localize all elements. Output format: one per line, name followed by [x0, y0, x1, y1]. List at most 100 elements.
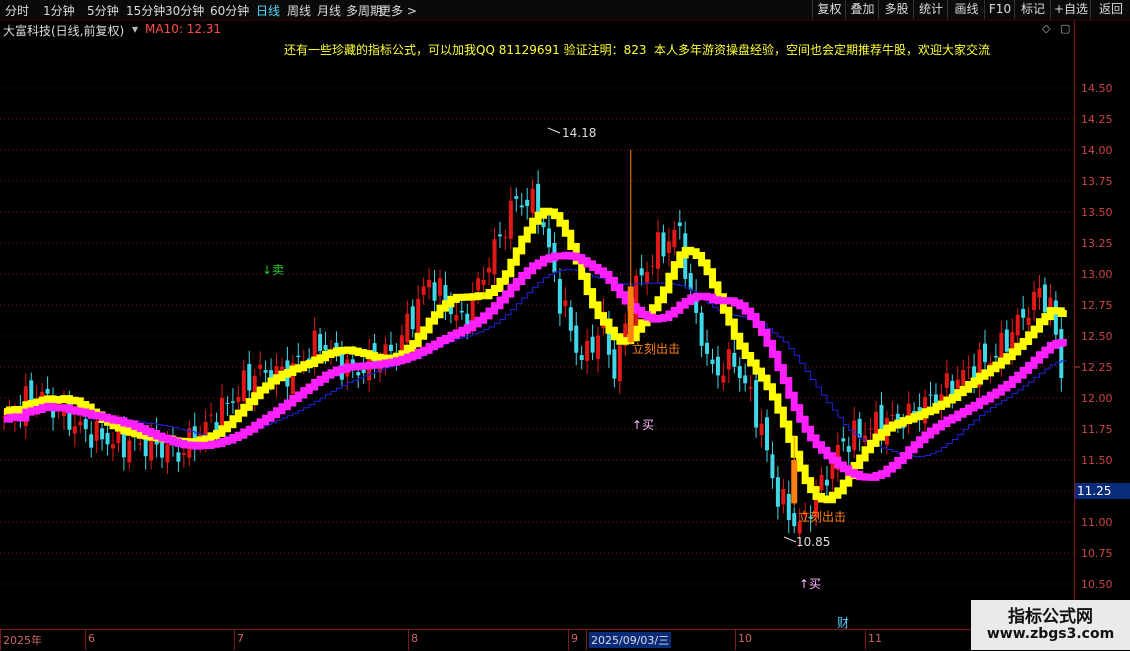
candle-body [530, 188, 535, 213]
high-label: 14.18 [562, 126, 596, 140]
candle-body [263, 370, 268, 373]
candle-body [563, 300, 568, 307]
candle-body [94, 420, 99, 441]
candle-body [710, 359, 715, 364]
candle-body [950, 380, 955, 396]
candle-body [639, 268, 644, 276]
candle-body [933, 394, 938, 405]
orange-candle [791, 460, 798, 504]
candle-body [830, 462, 835, 479]
candle-body [568, 307, 573, 331]
candle-body [160, 442, 165, 458]
x-tick-label: 10 [738, 632, 752, 645]
candle-body [236, 396, 241, 402]
candle-body [1026, 317, 1031, 326]
buy-signal-2: ↑买 [799, 577, 821, 591]
sell-signal: ↓卖 [262, 263, 284, 277]
candle-body [421, 286, 426, 295]
x-tick-label: 2025/09/03/三 [589, 632, 672, 648]
candle-body [596, 335, 601, 359]
candle-body [737, 366, 742, 379]
price-chart[interactable]: 14.50 14.25 14.00 13.75 13.50 13.25 13.00 12.75… [0, 0, 1130, 650]
candle-body [89, 434, 94, 448]
candle-body [1004, 329, 1009, 352]
candle-body [247, 363, 252, 391]
candle-body [874, 411, 878, 437]
candle-body [656, 232, 660, 269]
candle-body [677, 222, 682, 227]
y-tick-label: 12.00 [1081, 392, 1113, 405]
candle-body [890, 414, 895, 416]
candle-body [721, 375, 726, 383]
y-tick-label: 13.50 [1081, 206, 1113, 219]
candle-body [105, 432, 110, 445]
watermark-url: www.zbgs3.com [986, 626, 1115, 642]
candle-body [165, 444, 170, 463]
candle-body [765, 417, 769, 451]
candle-body [111, 444, 115, 449]
x-tick-label: 9 [571, 632, 578, 645]
x-axis: 2025年 6 7 8 9 2025/09/03/三 10 11 [0, 629, 1075, 651]
candle-body [579, 355, 584, 361]
candle-body [1021, 308, 1026, 318]
candle-body [955, 379, 960, 389]
candle-body [699, 312, 704, 346]
candle-body [966, 366, 971, 368]
candle-body [296, 355, 301, 358]
y-tick-label: 14.25 [1081, 113, 1113, 126]
candle-body [427, 279, 432, 288]
candle-body [645, 271, 650, 283]
candle-body [176, 452, 181, 462]
candle-body [617, 345, 622, 382]
candle-body [508, 200, 513, 239]
candle-body [492, 239, 497, 275]
x-tick [568, 630, 569, 650]
orange-candle [627, 286, 634, 343]
candle-body [705, 342, 710, 354]
watermark: 指标公式网 www.zbgs3.com [971, 600, 1130, 650]
candle-body [438, 278, 442, 296]
candle-body [83, 419, 88, 430]
candle-body [590, 336, 595, 353]
candle-body [715, 356, 720, 376]
candle-body [209, 414, 214, 416]
y-tick-label: 11.50 [1081, 454, 1113, 467]
candle-body [1037, 287, 1042, 298]
candle-body [497, 234, 502, 237]
candle-body [181, 452, 186, 455]
y-tick-label: 11.00 [1081, 516, 1113, 529]
buy-signal-1: ↑买 [632, 418, 654, 432]
candle-body [416, 298, 421, 336]
low-label: 10.85 [796, 535, 830, 549]
candle-body [503, 237, 508, 239]
candle-body [792, 513, 797, 527]
blue-step-line [4, 268, 1067, 458]
finance-marker: 财 [837, 616, 849, 630]
x-tick-label: 2025年 [3, 634, 42, 647]
y-axis-border [1074, 21, 1075, 630]
candle-body [759, 423, 764, 436]
candle-body [143, 437, 148, 457]
x-tick-label: 6 [88, 632, 95, 645]
y-tick-label: 12.25 [1081, 361, 1113, 374]
candle-body [361, 369, 366, 374]
candle-body [127, 440, 132, 463]
candle-body [225, 402, 230, 404]
x-tick [85, 630, 86, 650]
y-tick-label: 14.00 [1081, 144, 1113, 157]
candle-body [824, 479, 829, 486]
candle-body [585, 340, 590, 361]
candle-body [574, 325, 579, 353]
candle-body [454, 315, 459, 321]
candle-body [78, 421, 83, 426]
candle-body [993, 355, 998, 358]
candle-body [547, 228, 551, 248]
candle-body [410, 306, 415, 330]
current-price: 11.25 [1077, 484, 1111, 498]
candle-body [732, 352, 737, 367]
candle-body [1015, 314, 1020, 336]
x-tick [234, 630, 235, 650]
x-tick-label: 7 [237, 632, 244, 645]
candle-body [868, 428, 873, 430]
x-tick [865, 630, 866, 650]
